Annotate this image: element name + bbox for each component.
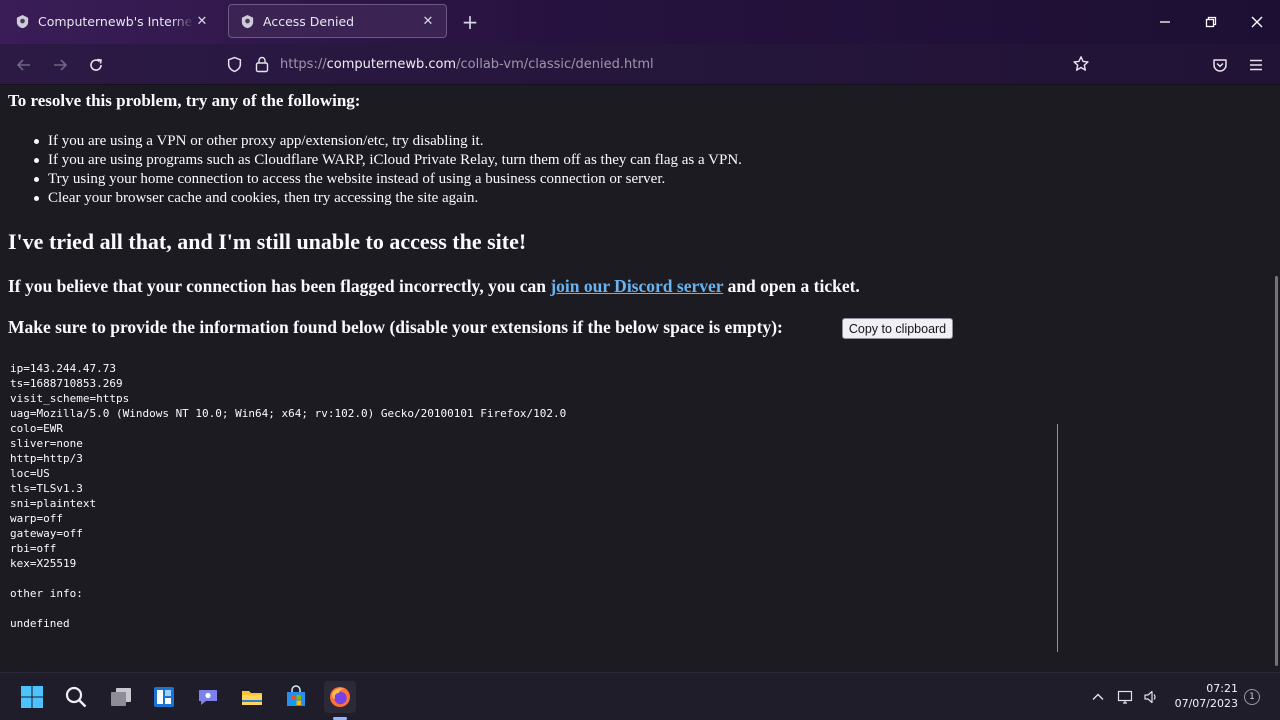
info-line: visit_scheme=https bbox=[10, 392, 130, 405]
hamburger-menu-icon bbox=[1250, 59, 1262, 71]
tips-list: If you are using a VPN or other proxy ap… bbox=[34, 132, 742, 208]
navigation-toolbar: https://computernewb.com/collab-vm/class… bbox=[0, 44, 1280, 85]
info-line bbox=[10, 571, 1060, 586]
chevron-up-icon[interactable] bbox=[1088, 687, 1108, 707]
clock-time: 07:21 bbox=[1206, 682, 1238, 695]
info-line: ip=143.244.47.73 bbox=[10, 362, 116, 375]
list-item: If you are using a VPN or other proxy ap… bbox=[34, 132, 742, 151]
info-line: ts=1688710853.269 bbox=[10, 377, 123, 390]
textarea-resize-edge[interactable] bbox=[1057, 424, 1058, 652]
close-tab-icon[interactable]: ✕ bbox=[420, 13, 436, 29]
info-line bbox=[10, 601, 1060, 616]
restore-button[interactable] bbox=[1188, 0, 1234, 44]
tracking-protection-shield-icon[interactable] bbox=[226, 56, 243, 77]
flagged-suffix: and open a ticket. bbox=[723, 276, 860, 296]
info-line: uag=Mozilla/5.0 (Windows NT 10.0; Win64;… bbox=[10, 407, 567, 420]
pocket-icon bbox=[1213, 59, 1227, 72]
minimize-button[interactable] bbox=[1142, 0, 1188, 44]
copy-to-clipboard-button[interactable]: Copy to clipboard bbox=[842, 318, 953, 339]
widgets-icon[interactable] bbox=[148, 681, 180, 713]
minimize-icon bbox=[1160, 21, 1170, 23]
discord-link[interactable]: join our Discord server bbox=[550, 276, 723, 296]
collabvm-favicon-icon bbox=[14, 13, 30, 29]
page-content: To resolve this problem, try any of the … bbox=[0, 86, 1280, 672]
tip-text: Try using your home connection to access… bbox=[48, 171, 666, 187]
url-path: /collab-vm/classic/denied.html bbox=[456, 57, 654, 72]
info-line: loc=US bbox=[10, 467, 50, 480]
page-scrollbar[interactable] bbox=[1275, 276, 1278, 666]
bullet bbox=[34, 139, 39, 144]
info-line: tls=TLSv1.3 bbox=[10, 482, 83, 495]
forward-button[interactable] bbox=[47, 52, 73, 78]
info-line: other info: bbox=[10, 587, 83, 600]
arrow-left-icon bbox=[16, 59, 30, 71]
app-menu-button[interactable] bbox=[1243, 52, 1269, 78]
bullet bbox=[34, 158, 39, 163]
list-item: Try using your home connection to access… bbox=[34, 170, 742, 189]
task-view-icon[interactable] bbox=[105, 681, 137, 713]
start-icon[interactable] bbox=[16, 681, 48, 713]
speaker-icon[interactable] bbox=[1141, 687, 1161, 707]
close-window-button[interactable] bbox=[1234, 0, 1280, 44]
close-icon bbox=[1251, 16, 1263, 28]
list-item: If you are using programs such as Cloudf… bbox=[34, 151, 742, 170]
windows-taskbar: 07:21 07/07/2023 1 bbox=[0, 672, 1280, 720]
flagged-prefix: If you believe that your connection has … bbox=[8, 276, 551, 296]
info-line: warp=off bbox=[10, 512, 63, 525]
close-tab-icon[interactable]: ✕ bbox=[194, 13, 210, 29]
tab-internet-pub-hub[interactable]: Computernewb's Internet Pub Hub ✕ bbox=[4, 4, 220, 38]
back-button[interactable] bbox=[11, 52, 37, 78]
tab-access-denied[interactable]: Access Denied ✕ bbox=[228, 4, 447, 38]
info-line: sni=plaintext bbox=[10, 497, 97, 510]
system-clock[interactable]: 07:21 07/07/2023 bbox=[1168, 681, 1238, 711]
tab-strip: Computernewb's Internet Pub Hub ✕ Access… bbox=[0, 0, 1280, 44]
tip-text: If you are using a VPN or other proxy ap… bbox=[48, 133, 484, 149]
info-line: undefined bbox=[10, 617, 70, 630]
bookmark-star-icon[interactable] bbox=[1072, 55, 1090, 77]
info-line: rbi=off bbox=[10, 542, 57, 555]
tab-label: Access Denied bbox=[263, 13, 355, 29]
url-scheme: https:// bbox=[280, 57, 327, 72]
provide-info-heading: Make sure to provide the information fou… bbox=[8, 317, 783, 337]
info-line: kex=X25519 bbox=[10, 557, 77, 570]
list-item: Clear your browser cache and cookies, th… bbox=[34, 189, 742, 208]
new-tab-button[interactable]: + bbox=[458, 10, 482, 34]
teams-chat-icon[interactable] bbox=[192, 681, 224, 713]
file-explorer-icon[interactable] bbox=[236, 681, 268, 713]
trace-info-textarea[interactable]: ip=143.244.47.73 ts=1688710853.269 visit_s… bbox=[10, 361, 1060, 651]
still-unable-heading: I've tried all that, and I'm still unabl… bbox=[8, 229, 527, 254]
display-monitor-icon[interactable] bbox=[1115, 687, 1135, 707]
tip-text: Clear your browser cache and cookies, th… bbox=[48, 190, 479, 206]
url-text[interactable]: https://computernewb.com/collab-vm/class… bbox=[280, 57, 654, 72]
clock-date: 07/07/2023 bbox=[1174, 697, 1238, 710]
info-line: colo=EWR bbox=[10, 422, 63, 435]
search-icon[interactable] bbox=[60, 681, 92, 713]
bullet bbox=[34, 177, 39, 182]
reload-icon bbox=[90, 58, 102, 71]
flagged-heading: If you believe that your connection has … bbox=[8, 276, 860, 297]
tip-text: If you are using programs such as Cloudf… bbox=[48, 152, 742, 168]
url-host: computernewb.com bbox=[326, 57, 457, 72]
info-line: sliver=none bbox=[10, 437, 83, 450]
firefox-icon[interactable] bbox=[324, 681, 356, 713]
info-line: http=http/3 bbox=[10, 452, 83, 465]
info-line: gateway=off bbox=[10, 527, 83, 540]
pocket-button[interactable] bbox=[1207, 52, 1233, 78]
lock-icon[interactable] bbox=[254, 55, 270, 77]
collabvm-favicon-icon bbox=[239, 13, 255, 29]
notification-badge[interactable]: 1 bbox=[1244, 689, 1260, 705]
reload-button[interactable] bbox=[83, 52, 109, 78]
address-bar[interactable]: https://computernewb.com/collab-vm/class… bbox=[218, 49, 1104, 80]
arrow-right-icon bbox=[54, 59, 68, 71]
microsoft-store-icon[interactable] bbox=[280, 681, 312, 713]
tab-label: Computernewb's Internet Pub Hub bbox=[38, 13, 194, 29]
resolve-heading: To resolve this problem, try any of the … bbox=[8, 91, 361, 110]
restore-icon bbox=[1205, 16, 1217, 28]
bullet bbox=[34, 196, 39, 201]
